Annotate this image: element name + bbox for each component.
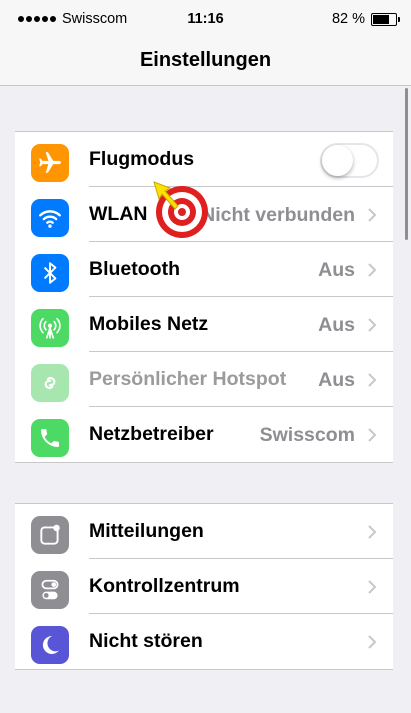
- settings-row-label: Netzbetreiber: [89, 423, 214, 445]
- settings-row-value: Nicht verbunden: [201, 204, 355, 226]
- settings-row-label: Mobiles Netz: [89, 313, 209, 335]
- settings-row-label: Flugmodus: [89, 148, 195, 170]
- settings-row-mobiles-netz[interactable]: Mobiles Netz Aus: [15, 297, 393, 352]
- settings-row-value: Aus: [318, 369, 355, 391]
- settings-row-value: Aus: [318, 314, 355, 336]
- settings-row-kontrollzentrum[interactable]: Kontrollzentrum: [15, 559, 393, 614]
- notifications-icon: [31, 516, 69, 554]
- page-title: Einstellungen: [139, 49, 272, 71]
- bluetooth-icon: [31, 254, 69, 292]
- chevron-right-icon: [368, 373, 377, 387]
- phone-icon: [31, 419, 69, 457]
- battery-icon: [371, 12, 400, 26]
- settings-row-mitteilungen[interactable]: Mitteilungen: [15, 504, 393, 559]
- battery-indicator: 82 %: [331, 11, 400, 27]
- navigation-bar: Einstellungen: [0, 40, 411, 86]
- chevron-right-icon: [368, 635, 377, 649]
- airplane-icon: [31, 144, 69, 182]
- battery-percent: 82 %: [331, 11, 365, 27]
- settings-row-nicht-stoeren[interactable]: Nicht stören: [15, 614, 393, 669]
- target-marker-icon: [153, 181, 208, 238]
- settings-row-label: Nicht stören: [89, 630, 203, 652]
- settings-group-notifications: Mitteilungen Kontrollzentrum Nicht störe…: [15, 503, 393, 670]
- settings-row-label: Kontrollzentrum: [89, 575, 240, 597]
- chevron-right-icon: [368, 525, 377, 539]
- chevron-right-icon: [368, 580, 377, 594]
- hotspot-icon: [31, 364, 69, 402]
- toggle-knob: [322, 145, 353, 176]
- settings-row-bluetooth[interactable]: Bluetooth Aus: [15, 242, 393, 297]
- scrollbar[interactable]: [405, 88, 408, 240]
- settings-row-label: Bluetooth: [89, 258, 180, 280]
- control-center-icon: [31, 571, 69, 609]
- airplane-mode-toggle[interactable]: [320, 143, 379, 178]
- moon-icon: [31, 626, 69, 664]
- chevron-right-icon: [368, 263, 377, 277]
- settings-row-hotspot[interactable]: Persönlicher Hotspot Aus: [15, 352, 393, 407]
- chevron-right-icon: [368, 208, 377, 222]
- settings-row-label: Persönlicher Hotspot: [89, 368, 287, 390]
- wifi-icon: [31, 199, 69, 237]
- antenna-icon: [31, 309, 69, 347]
- settings-row-netzbetreiber[interactable]: Netzbetreiber Swisscom: [15, 407, 393, 462]
- status-bar: Swisscom 11:16 82 %: [0, 0, 411, 40]
- chevron-right-icon: [368, 318, 377, 332]
- settings-row-label: WLAN: [89, 203, 148, 225]
- chevron-right-icon: [368, 428, 377, 442]
- settings-row-label: Mitteilungen: [89, 520, 204, 542]
- settings-row-value: Swisscom: [259, 424, 355, 446]
- settings-row-value: Aus: [318, 259, 355, 281]
